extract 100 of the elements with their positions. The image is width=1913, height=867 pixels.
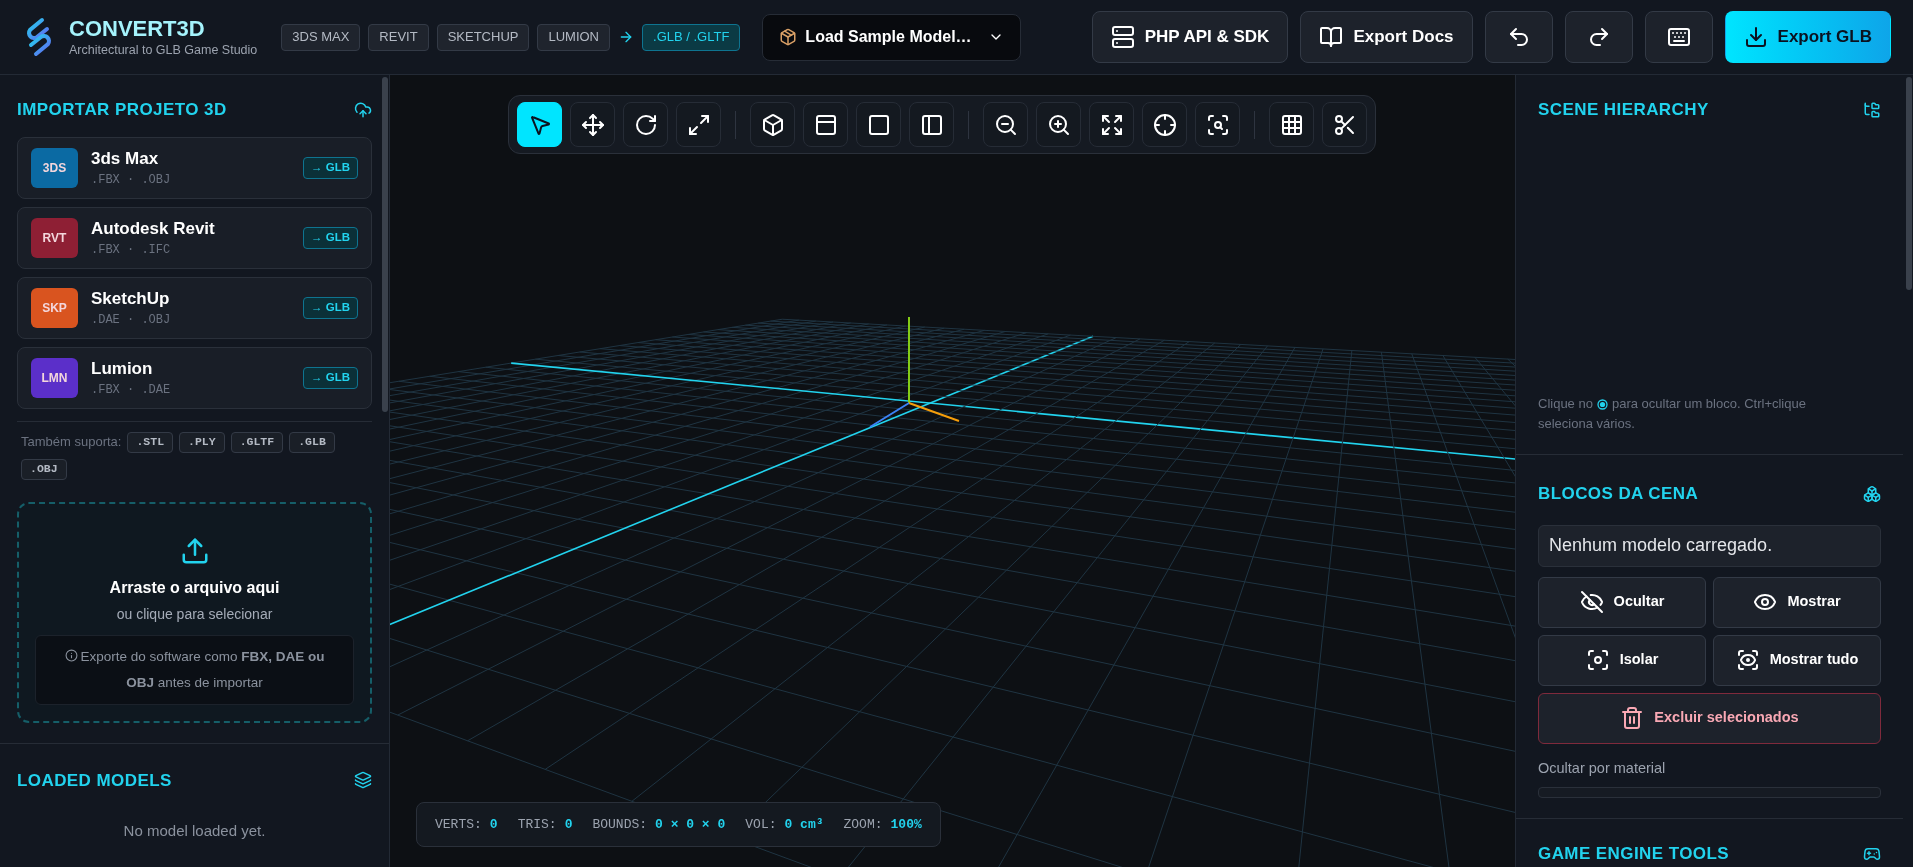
- toolbar-button[interactable]: [1142, 102, 1187, 147]
- export-note: Exporte do software como FBX, DAE ou OBJ antes de importar: [35, 634, 354, 705]
- package-icon: [779, 28, 798, 46]
- toolbar-button[interactable]: [983, 102, 1028, 147]
- icon-button[interactable]: [1644, 11, 1713, 63]
- zoom-out-icon: [993, 112, 1018, 137]
- field-label: Ocultar por material: [1538, 758, 1667, 778]
- convert-tag: → GLB: [303, 366, 358, 389]
- stat-label: VOL:: [745, 815, 777, 834]
- toolbar-button[interactable]: [1269, 102, 1314, 147]
- toolbar-button[interactable]: [856, 102, 901, 147]
- export-button[interactable]: Export GLB: [1724, 11, 1891, 63]
- top-view-icon: [813, 112, 838, 137]
- stat-label: BOUNDS:: [592, 815, 648, 834]
- file-formats: .DAE · .OBJ: [91, 312, 171, 330]
- book-icon: [1319, 25, 1344, 49]
- toolbar-button[interactable]: [1322, 102, 1367, 147]
- side-view-icon: [919, 112, 944, 137]
- header-button[interactable]: PHP API & SDK: [1091, 11, 1289, 63]
- format-chip: 3DS MAX: [281, 23, 361, 51]
- section-title: GAME ENGINE TOOLS: [1538, 843, 1730, 866]
- icon-button[interactable]: [1564, 11, 1633, 63]
- importer-card[interactable]: RVT Autodesk Revit .FBX · .IFC → GLB: [17, 206, 372, 269]
- format-chip: REVIT: [368, 23, 429, 51]
- hint-text: para ocultar um bloco. Ctrl+clique: [1611, 395, 1806, 413]
- show-button[interactable]: Mostrar: [1713, 576, 1881, 628]
- perspective-view-icon: [760, 112, 785, 137]
- toolbar-button[interactable]: [676, 102, 721, 147]
- delete-button[interactable]: Excluir selecionados: [1538, 692, 1881, 744]
- format-chip: .PLY: [179, 431, 225, 453]
- app-subtitle: Architectural to GLB Game Studio: [69, 42, 258, 59]
- server-icon: [1110, 25, 1135, 49]
- app-title: CONVERT3D: [69, 15, 206, 43]
- isolate-button[interactable]: Isolar: [1538, 634, 1706, 686]
- icon-button[interactable]: [1484, 11, 1553, 63]
- target-format-chip: .GLB / .GLTF: [642, 23, 741, 51]
- blocks-icon: [1863, 484, 1881, 503]
- file-formats: .FBX · .OBJ: [91, 172, 171, 190]
- convert-tag: → GLB: [303, 226, 358, 249]
- model-select[interactable]: Nenhum modelo carregado.: [1538, 524, 1881, 567]
- format-chip: .OBJ: [21, 458, 67, 480]
- cloud-upload-icon: [354, 100, 372, 119]
- scrollbar[interactable]: [1906, 77, 1912, 290]
- crosshair-icon: [1152, 112, 1177, 137]
- sample-model-select[interactable]: Load Sample Model…: [762, 13, 1022, 61]
- stat-label: VERTS:: [435, 815, 482, 834]
- stat-value: 100%: [890, 815, 922, 834]
- delete-icon: [1620, 706, 1645, 730]
- software-name: 3ds Max: [91, 147, 160, 170]
- format-chip: SKETCHUP: [436, 23, 530, 51]
- toolbar-button[interactable]: [623, 102, 668, 147]
- scrollbar[interactable]: [382, 77, 388, 412]
- toolbar-button[interactable]: [1036, 102, 1081, 147]
- isolate-icon: [1585, 648, 1610, 672]
- importer-card[interactable]: SKP SketchUp .DAE · .OBJ → GLB: [17, 276, 372, 339]
- dropzone-title: Arraste o arquivo aqui: [109, 577, 280, 598]
- hide-button[interactable]: Ocultar: [1538, 576, 1706, 628]
- file-formats: .FBX · .DAE: [91, 382, 171, 400]
- toolbar-button[interactable]: [570, 102, 615, 147]
- scale-tool-icon: [686, 112, 711, 137]
- zoom-selection-icon: [1205, 112, 1230, 137]
- format-chip: LUMION: [537, 23, 610, 51]
- toolbar-button[interactable]: [1089, 102, 1134, 147]
- section-title: SCENE HIERARCHY: [1538, 99, 1709, 121]
- toolbar-button[interactable]: [803, 102, 848, 147]
- download-icon: [1743, 25, 1768, 49]
- info-icon: [64, 649, 78, 663]
- show-all-icon: [1735, 648, 1760, 672]
- move-tool-icon: [580, 112, 605, 137]
- stat-value: 0: [564, 815, 573, 834]
- section-title: IMPORTAR PROJETO 3D: [17, 99, 227, 121]
- stat-value: 0: [489, 815, 498, 834]
- software-badge: RVT: [31, 217, 78, 258]
- convert-tag: → GLB: [303, 296, 358, 319]
- stat-label: TRIS:: [517, 815, 557, 834]
- scissors-icon: [1332, 112, 1357, 137]
- toolbar-button[interactable]: [1195, 102, 1240, 147]
- file-dropzone[interactable]: Arraste o arquivo aqui ou clique para selecionar Exporte do software como FBX, DAE ou OBJ antes de importar: [17, 501, 372, 723]
- toolbar-button[interactable]: [750, 102, 795, 147]
- empty-state-text: No model loaded yet.: [123, 822, 266, 839]
- software-badge: 3DS: [31, 147, 78, 188]
- software-name: Autodesk Revit: [91, 217, 215, 240]
- fit-view-icon: [1099, 112, 1124, 137]
- gamepad-icon: [1863, 845, 1881, 863]
- hint-text: seleciona vários.: [1538, 415, 1635, 433]
- material-field[interactable]: [1538, 787, 1881, 799]
- grid-icon: [1279, 112, 1304, 137]
- importer-card[interactable]: LMN Lumion .FBX · .DAE → GLB: [17, 346, 372, 409]
- header-button[interactable]: Export Docs: [1300, 11, 1473, 63]
- zoom-in-icon: [1046, 112, 1071, 137]
- keyboard-icon: [1666, 25, 1691, 49]
- section-title: LOADED MODELS: [17, 769, 172, 792]
- software-badge: SKP: [31, 287, 78, 328]
- toolbar-button[interactable]: [909, 102, 954, 147]
- importer-card[interactable]: 3DS 3ds Max .FBX · .OBJ → GLB: [17, 136, 372, 199]
- software-badge: LMN: [31, 357, 78, 398]
- stat-label: ZOOM:: [843, 815, 883, 834]
- front-view-icon: [866, 112, 891, 137]
- software-name: SketchUp: [91, 287, 171, 310]
- dropzone-subtitle: ou clique para selecionar: [116, 604, 273, 624]
